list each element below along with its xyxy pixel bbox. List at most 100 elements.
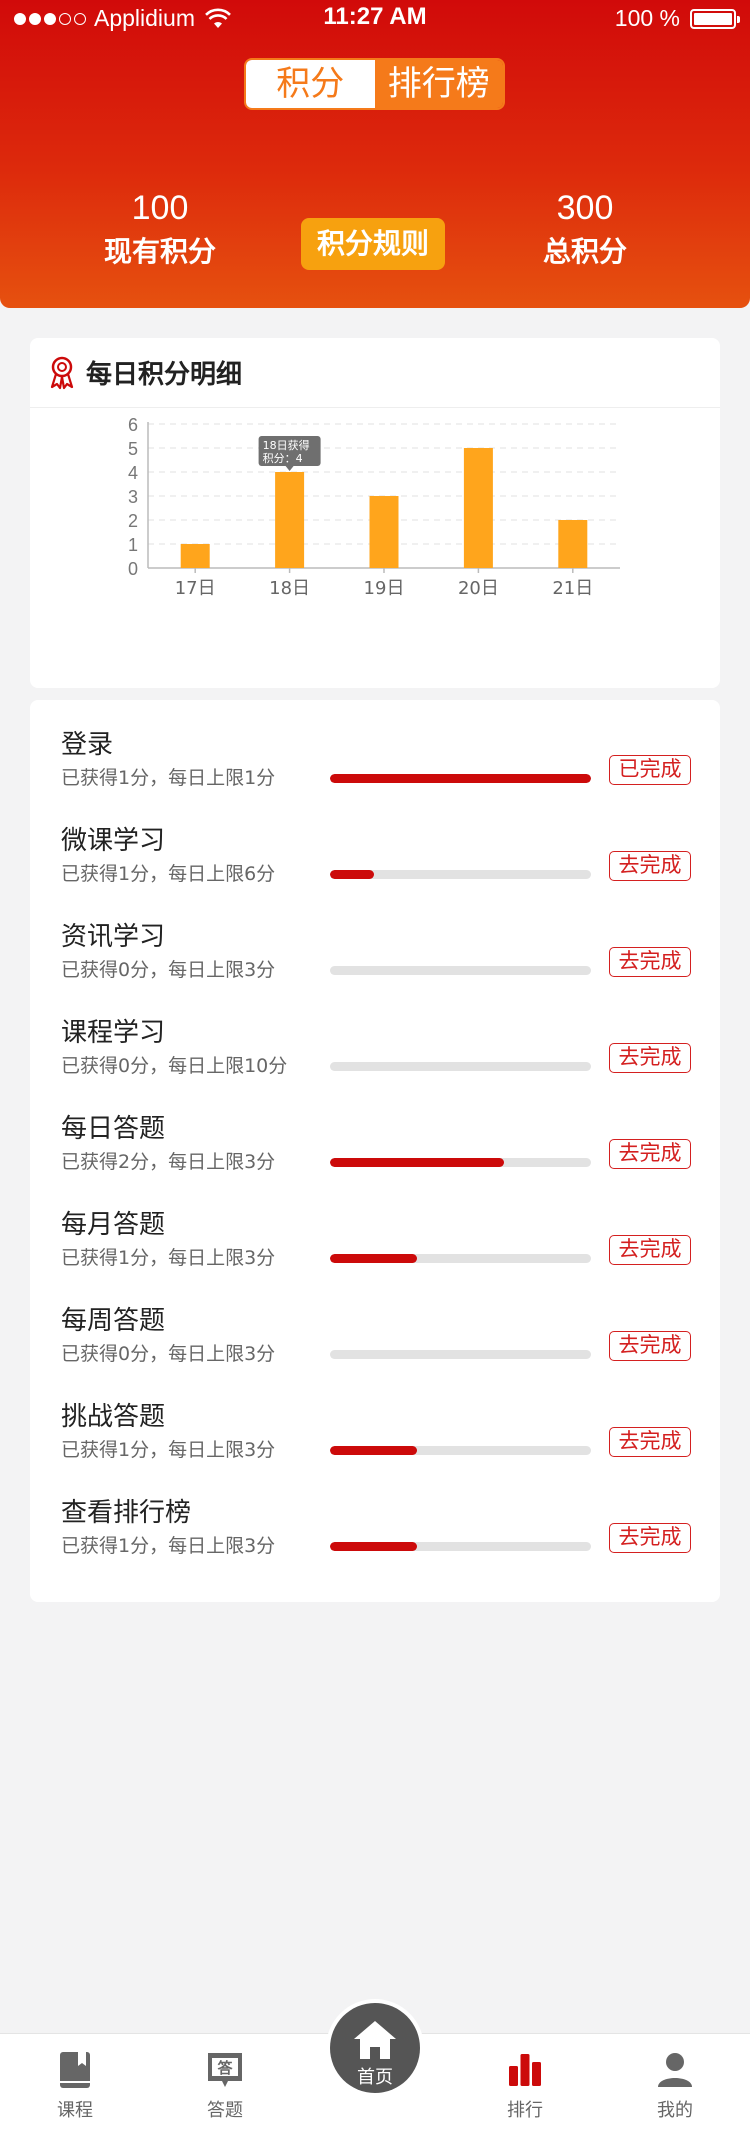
task-row: 课程学习已获得0分，每日上限10分 去完成 [30, 988, 720, 1084]
status-bar: Applidium 11:27 AM 100 % [0, 0, 750, 38]
tooltip-line1: 18日获得 [263, 439, 310, 452]
daily-points-chart: 0 1 2 3 4 5 6 17日 18日 19日 20日 21日 18日获得积分：4 [128, 415, 620, 599]
tab-label: 首页 [357, 2067, 393, 2088]
task-action-button[interactable]: 去完成 [609, 1523, 691, 1553]
task-desc: 已获得2分，每日上限3分 [61, 1151, 276, 1173]
card-title: 每日积分明细 [86, 360, 243, 390]
task-action-button[interactable]: 去完成 [609, 1331, 691, 1361]
task-row: 每周答题 已获得0分，每日上限3分 去完成 [30, 1276, 720, 1372]
task-action-button[interactable]: 去完成 [609, 1139, 691, 1169]
task-progress-fill [330, 1158, 504, 1167]
task-desc: 已获得1分，每日上限3分 [61, 1535, 276, 1557]
y-tick-label: 4 [128, 463, 138, 483]
task-row: 微课学习已获得1分，每日上限6分 去完成 [30, 796, 720, 892]
tab-home[interactable]: 首页 [330, 2003, 420, 2093]
task-list: 登录 已获得1分，每日上限1分 已完成 微课学习 已获得1分，每日上限6分 去完成 资讯学习… [30, 700, 720, 1602]
current-points-value: 100 [131, 189, 189, 227]
tab-quiz[interactable]: 答 答题 [165, 2034, 285, 2129]
task-progress-fill [330, 1542, 417, 1551]
total-points: 300 总积分 [485, 186, 685, 272]
task-progress-bar [330, 966, 591, 975]
home-icon [354, 2021, 396, 2059]
tab-label: 课程 [57, 2100, 93, 2121]
task-desc: 已获得1分，每日上限1分 [61, 767, 276, 789]
chart-bar [275, 472, 305, 568]
task-action-button[interactable]: 去完成 [609, 1043, 691, 1073]
y-tick-label: 1 [128, 535, 138, 555]
tooltip-line2: 积分：4 [263, 452, 303, 465]
task-progress-bar [330, 1350, 591, 1359]
profile-icon [658, 2053, 692, 2087]
task-progress-bar [330, 870, 591, 879]
header: Applidium 11:27 AM 100 % 积分 排行榜 100 现有积分… [0, 0, 750, 308]
x-tick-label: 18日 [269, 578, 310, 599]
tab-points[interactable]: 积分 [246, 60, 375, 108]
x-tick-label: 20日 [458, 578, 499, 599]
medal-icon [50, 356, 74, 389]
task-name: 查看排行榜 [61, 1498, 192, 1528]
task-name: 登录 [61, 730, 114, 760]
battery-icon [690, 8, 740, 29]
tab-courses[interactable]: 课程 [15, 2034, 135, 2129]
y-tick-label: 6 [128, 415, 138, 435]
y-tick-label: 2 [128, 511, 138, 531]
task-progress-fill [330, 1446, 417, 1455]
y-tick-label: 5 [128, 439, 138, 459]
chart-bar [558, 520, 588, 568]
task-name: 挑战答题 [61, 1402, 166, 1432]
task-action-button[interactable]: 已完成 [609, 755, 691, 785]
task-row: 资讯学习已获得0分，每日上限3分 去完成 [30, 892, 720, 988]
daily-points-card: 每日积分明细 0 1 2 3 4 5 6 17日 18日 19日 20日 21日 18日获得 积分：4 [30, 338, 720, 688]
task-progress-bar [330, 1158, 591, 1167]
x-tick-label: 19日 [364, 578, 405, 599]
task-row: 每日答题已获得2分，每日上限3分 去完成 [30, 1084, 720, 1180]
quiz-icon: 答 [208, 2053, 242, 2087]
task-desc: 已获得1分，每日上限3分 [61, 1247, 276, 1269]
tooltip-arrow [285, 466, 294, 471]
task-action-button[interactable]: 去完成 [609, 851, 691, 881]
task-row: 登录已获得1分，每日上限1分 已完成 [30, 700, 720, 796]
task-desc: 已获得0分，每日上限10分 [61, 1055, 288, 1077]
task-name: 微课学习 [61, 826, 166, 856]
task-action-button[interactable]: 去完成 [609, 1235, 691, 1265]
svg-text:答: 答 [217, 2059, 233, 2077]
task-desc: 已获得0分，每日上限3分 [61, 959, 276, 981]
task-name: 资讯学习 [61, 922, 166, 952]
y-tick-label: 3 [128, 487, 138, 507]
chart-bar [369, 496, 399, 568]
chart-bar [180, 544, 210, 568]
task-progress-bar [330, 774, 591, 783]
task-row: 每月答题已获得1分，每日上限3分 去完成 [30, 1180, 720, 1276]
points-rules-button[interactable]: 积分规则 [301, 218, 445, 270]
task-progress-fill [330, 870, 374, 879]
segment-control: 积分 排行榜 [244, 58, 505, 110]
total-points-label: 总积分 [542, 235, 627, 268]
task-desc: 已获得1分，每日上限6分 [61, 863, 276, 885]
task-row: 挑战答题已获得1分，每日上限3分 去完成 [30, 1372, 720, 1468]
status-right: 100 % [615, 5, 740, 32]
task-name: 每日答题 [61, 1114, 166, 1144]
x-tick-label: 21日 [552, 578, 593, 599]
tab-leaderboard[interactable]: 排行榜 [374, 60, 503, 108]
task-progress-fill [330, 774, 591, 783]
task-name: 课程学习 [61, 1018, 166, 1048]
task-progress-bar [330, 1254, 591, 1263]
current-points-label: 现有积分 [103, 235, 216, 268]
task-action-button[interactable]: 去完成 [609, 947, 691, 977]
ranking-icon [509, 2054, 541, 2086]
card-header: 每日积分明细 [30, 338, 720, 408]
current-points: 100 现有积分 [60, 186, 260, 272]
task-name: 每月答题 [61, 1210, 166, 1240]
task-row: 查看排行榜已获得1分，每日上限3分 去完成 [30, 1468, 720, 1564]
task-name: 每周答题 [61, 1306, 166, 1336]
chart-bar [463, 448, 493, 568]
task-progress-bar [330, 1542, 591, 1551]
tab-label: 答题 [207, 2100, 243, 2121]
tab-label: 我的 [657, 2100, 693, 2121]
task-desc: 已获得1分，每日上限3分 [61, 1439, 276, 1461]
tab-ranking[interactable]: 排行 [465, 2034, 585, 2129]
task-progress-fill [330, 1254, 417, 1263]
tab-profile[interactable]: 我的 [615, 2034, 735, 2129]
tab-label: 排行 [507, 2100, 543, 2121]
task-action-button[interactable]: 去完成 [609, 1427, 691, 1457]
